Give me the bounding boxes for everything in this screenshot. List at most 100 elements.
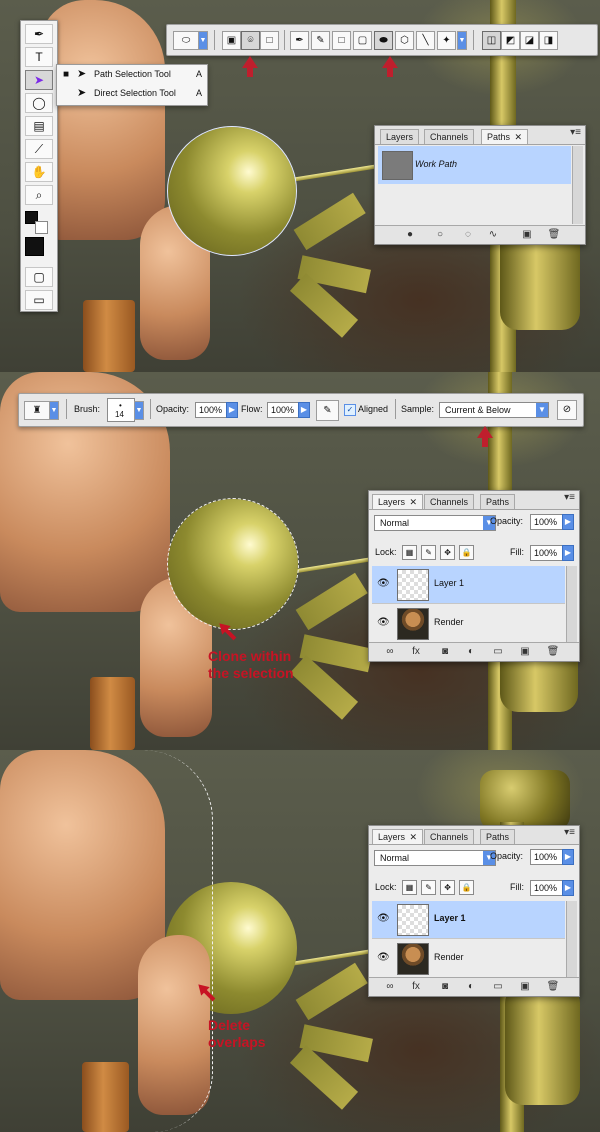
opacity-field[interactable]: 100%: [195, 402, 227, 418]
brush-dropdown[interactable]: ▼: [134, 401, 144, 420]
stroke-path-icon[interactable]: ○: [433, 229, 447, 241]
fill-pixels-button[interactable]: □: [260, 31, 279, 50]
lock-transparency-icon[interactable]: ▦: [402, 880, 417, 895]
panel-menu-icon[interactable]: ▾≡: [564, 827, 575, 838]
adjustment-layer-icon[interactable]: ◐: [464, 981, 478, 993]
lock-position-icon[interactable]: ✥: [440, 545, 456, 560]
tab-channels[interactable]: Channels: [424, 829, 475, 844]
blend-mode-select[interactable]: Normal ▼: [374, 515, 496, 531]
adjustment-layer-icon[interactable]: ◐: [464, 646, 478, 658]
layer-row-render[interactable]: 👁 Render: [372, 940, 565, 978]
notes-tool-button[interactable]: ▤: [25, 116, 53, 136]
new-layer-icon[interactable]: ▣: [518, 646, 532, 658]
background-color-swatch[interactable]: [35, 221, 48, 234]
layer-row-layer-1[interactable]: 👁 Layer 1: [372, 901, 565, 939]
panel-menu-icon[interactable]: ▾≡: [570, 127, 581, 138]
close-icon[interactable]: ✕: [410, 832, 418, 842]
load-selection-icon[interactable]: ◌: [461, 229, 475, 241]
tab-paths[interactable]: Paths ✕: [481, 129, 529, 144]
shape-picker-dropdown[interactable]: ▼: [457, 31, 467, 50]
tab-paths[interactable]: Paths: [480, 829, 516, 844]
fill-toggle[interactable]: ▶: [562, 880, 574, 896]
subtract-shape-button[interactable]: ◩: [501, 31, 520, 50]
fill-path-icon[interactable]: ●: [403, 229, 417, 241]
trash-icon[interactable]: 🗑: [547, 229, 561, 241]
freeform-pen-option[interactable]: ✎: [311, 31, 330, 50]
new-path-icon[interactable]: ▣: [520, 229, 534, 241]
aligned-checkbox[interactable]: ✓: [344, 404, 356, 416]
panel-menu-icon[interactable]: ▾≡: [564, 492, 575, 503]
layer-opacity-field[interactable]: 100%: [530, 849, 563, 865]
intersect-shape-button[interactable]: ◪: [520, 31, 539, 50]
eye-icon[interactable]: 👁: [377, 952, 390, 963]
tab-paths[interactable]: Paths: [480, 494, 516, 509]
close-icon[interactable]: ✕: [410, 497, 418, 507]
rectangle-tool-option[interactable]: □: [332, 31, 351, 50]
line-tool-option[interactable]: ╲: [416, 31, 435, 50]
tab-channels[interactable]: Channels: [424, 129, 475, 144]
hand-tool-button[interactable]: ✋: [25, 162, 53, 182]
custom-shape-option[interactable]: ✦: [437, 31, 456, 50]
sample-select[interactable]: Current & Below ▼: [439, 402, 549, 418]
trash-icon[interactable]: 🗑: [546, 646, 560, 658]
layer-opacity-toggle[interactable]: ▶: [562, 514, 574, 530]
ignore-adjustment-layers-button[interactable]: ⊘: [557, 400, 577, 420]
fx-icon[interactable]: fx: [409, 646, 423, 658]
lock-transparency-icon[interactable]: ▦: [402, 545, 417, 560]
layer-row-render[interactable]: 👁 Render: [372, 605, 565, 643]
quick-mask-button[interactable]: ▢: [25, 267, 53, 287]
exclude-shape-button[interactable]: ◨: [539, 31, 558, 50]
ellipse-tool-option[interactable]: ⬬: [374, 31, 393, 50]
lock-all-icon[interactable]: 🔒: [459, 880, 475, 895]
paths-mode-button[interactable]: ⌾: [241, 31, 260, 50]
flow-field[interactable]: 100%: [267, 402, 299, 418]
fill-field[interactable]: 100%: [530, 880, 563, 896]
tab-layers[interactable]: Layers: [380, 129, 420, 144]
tab-channels[interactable]: Channels: [424, 494, 475, 509]
airbrush-toggle[interactable]: ✎: [316, 400, 339, 421]
layer-opacity-toggle[interactable]: ▶: [562, 849, 574, 865]
layer-mask-icon[interactable]: ◙: [438, 646, 452, 658]
layer-opacity-field[interactable]: 100%: [530, 514, 563, 530]
group-icon[interactable]: ▭: [491, 646, 505, 658]
blend-mode-select[interactable]: Normal ▼: [374, 850, 496, 866]
opacity-slider-toggle[interactable]: ▶: [226, 402, 238, 418]
path-selection-tool-button[interactable]: ➤: [25, 70, 53, 90]
shape-layers-button[interactable]: ▣: [222, 31, 241, 50]
layer-mask-icon[interactable]: ◙: [438, 981, 452, 993]
link-layers-icon[interactable]: ∞: [383, 646, 397, 658]
eye-icon[interactable]: 👁: [377, 617, 390, 628]
fill-toggle[interactable]: ▶: [562, 545, 574, 561]
zoom-tool-button[interactable]: ⌕: [25, 185, 53, 205]
panel-scrollbar[interactable]: [566, 566, 577, 642]
add-to-shape-button[interactable]: ◫: [482, 31, 501, 50]
tool-preset-dropdown[interactable]: ▼: [198, 31, 208, 50]
pen-tool-option[interactable]: ✒: [290, 31, 309, 50]
lock-image-icon[interactable]: ✎: [421, 880, 437, 895]
pen-tool-button[interactable]: ✒: [25, 24, 53, 44]
screen-mode-button[interactable]: ▭: [25, 290, 53, 310]
path-row-work-path[interactable]: Work Path: [378, 146, 571, 184]
tab-layers[interactable]: Layers ✕: [372, 829, 424, 844]
tab-layers[interactable]: Layers ✕: [372, 494, 424, 509]
polygon-tool-option[interactable]: ⬡: [395, 31, 414, 50]
panel-scrollbar[interactable]: [566, 901, 577, 977]
ellipse-tool-button[interactable]: ◯: [25, 93, 53, 113]
brush-preset-picker[interactable]: • 14: [107, 398, 135, 422]
tool-preset-picker[interactable]: ♜: [24, 401, 50, 420]
link-layers-icon[interactable]: ∞: [383, 981, 397, 993]
color-swatch-large[interactable]: [25, 237, 44, 256]
close-icon[interactable]: ✕: [515, 132, 523, 142]
tool-preset-picker[interactable]: ⬭: [173, 31, 199, 50]
eye-icon[interactable]: 👁: [377, 578, 390, 589]
lock-all-icon[interactable]: 🔒: [459, 545, 475, 560]
make-work-path-icon[interactable]: ∿: [486, 229, 500, 241]
lock-image-icon[interactable]: ✎: [421, 545, 437, 560]
group-icon[interactable]: ▭: [491, 981, 505, 993]
rounded-rectangle-option[interactable]: ▢: [353, 31, 372, 50]
flyout-item-direct-selection[interactable]: ➤ Direct Selection Tool A: [57, 84, 207, 103]
tool-preset-dropdown[interactable]: ▼: [49, 401, 59, 420]
eye-icon[interactable]: 👁: [377, 913, 390, 924]
eyedropper-tool-button[interactable]: ⟋: [25, 139, 53, 159]
panel-scrollbar[interactable]: [572, 146, 583, 224]
